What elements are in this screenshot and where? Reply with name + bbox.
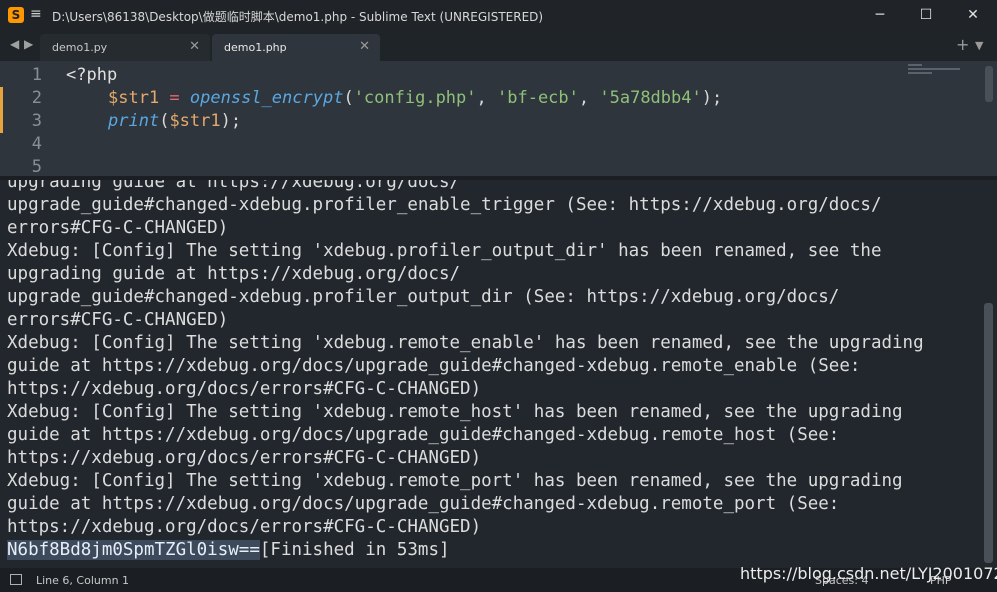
output-line: https://xdebug.org/docs/errors#CFG-C-CHA…: [7, 448, 482, 468]
finished-text: [Finished in 53ms]: [259, 540, 450, 560]
output-line: https://xdebug.org/docs/errors#CFG-C-CHA…: [7, 379, 482, 399]
output-result-line: N6bf8Bd8jm0SpmTZGl0isw==[Finished in 53m…: [7, 540, 450, 560]
code-line-3: print($str1);: [108, 111, 241, 131]
tab-close-icon[interactable]: ✕: [189, 39, 200, 54]
minimize-button[interactable]: ─: [857, 0, 903, 31]
php-open-tag: <?php: [66, 65, 118, 85]
paren-token: (: [343, 88, 354, 108]
variable-token: $str1: [169, 111, 221, 131]
tab-scroll-right-icon[interactable]: ▶: [24, 37, 33, 51]
output-line: guide at https://xdebug.org/docs/upgrade…: [7, 494, 840, 514]
line-number: 3: [31, 111, 42, 131]
paren-token: );: [220, 111, 242, 131]
output-line: upgrade_guide#changed-xdebug.profiler_ou…: [7, 287, 840, 307]
tab-demo1-php[interactable]: demo1.php ✕: [212, 34, 380, 61]
paren-token: (: [159, 111, 170, 131]
line-number: 2: [31, 88, 42, 108]
separator-token: ,: [476, 88, 497, 108]
tab-label: demo1.php: [224, 41, 287, 54]
line-number: 1: [31, 65, 42, 85]
cursor-position: Line 6, Column 1: [36, 574, 130, 587]
output-line: Xdebug: [Config] The setting 'xdebug.rem…: [7, 402, 903, 422]
line-number-gutter: 1 2 3 4 5: [0, 61, 50, 176]
output-line: Xdebug: [Config] The setting 'xdebug.rem…: [7, 333, 924, 353]
watermark-text: https://blog.csdn.net/LYJ20010728: [740, 564, 997, 583]
line-number: 5: [31, 157, 42, 176]
minimap-line: [908, 72, 932, 74]
tab-list-dropdown-icon[interactable]: ▼: [975, 39, 983, 52]
new-tab-icon[interactable]: +: [956, 35, 969, 54]
code-line-2: $str1 = openssl_encrypt('config.php', 'b…: [108, 88, 722, 108]
tab-close-icon[interactable]: ✕: [359, 39, 370, 54]
maximize-button[interactable]: ☐: [903, 0, 949, 31]
build-output-panel[interactable]: upgrading guide at https://xdebug.org/do…: [0, 176, 997, 568]
output-line: errors#CFG-C-CHANGED): [7, 218, 229, 238]
minimap-line: [908, 68, 960, 70]
tab-scroll-left-icon[interactable]: ◀: [10, 37, 19, 51]
output-line: guide at https://xdebug.org/docs/upgrade…: [7, 425, 840, 445]
output-line: upgrading guide at https://xdebug.org/do…: [7, 264, 461, 284]
line-number: 4: [31, 134, 42, 154]
close-window-button[interactable]: ✕: [950, 0, 996, 31]
string-token: '5a78dbb4': [599, 88, 702, 108]
output-line: Xdebug: [Config] The setting 'xdebug.pro…: [7, 241, 882, 261]
tab-demo1-py[interactable]: demo1.py ✕: [40, 34, 210, 61]
string-token: 'config.php': [353, 88, 477, 108]
hamburger-menu-icon[interactable]: ≡: [30, 6, 42, 22]
output-line: errors#CFG-C-CHANGED): [7, 310, 229, 330]
window-title: D:\Users\86138\Desktop\做题临时脚本\demo1.php …: [52, 10, 544, 24]
sublime-app-icon[interactable]: S: [8, 7, 24, 23]
output-line: Xdebug: [Config] The setting 'xdebug.rem…: [7, 471, 903, 491]
string-token: 'bf-ecb': [497, 88, 579, 108]
tab-bar: ◀ ▶ demo1.py ✕ demo1.php ✕ + ▼: [0, 31, 997, 61]
output-line: upgrade_guide#changed-xdebug.profiler_en…: [7, 195, 882, 215]
paren-token: );: [701, 88, 723, 108]
minimap[interactable]: [908, 64, 968, 104]
output-scrollbar[interactable]: [984, 303, 993, 563]
output-line: https://xdebug.org/docs/errors#CFG-C-CHA…: [7, 517, 482, 537]
separator-token: ,: [578, 88, 600, 108]
code-editor[interactable]: 1 2 3 4 5 <?php $str1 = openssl_encrypt(…: [0, 61, 997, 176]
editor-scrollbar[interactable]: [985, 66, 993, 102]
encrypted-result-selection[interactable]: N6bf8Bd8jm0SpmTZGl0isw==: [7, 540, 260, 560]
function-token: print: [108, 111, 160, 131]
title-bar: S ≡ D:\Users\86138\Desktop\做题临时脚本\demo1.…: [0, 0, 997, 31]
code-line-1: <?php: [66, 65, 117, 85]
output-line: upgrading guide at https://xdebug.org/do…: [7, 176, 461, 192]
output-line: guide at https://xdebug.org/docs/upgrade…: [7, 356, 861, 376]
operator-token: =: [159, 88, 190, 108]
variable-token: $str1: [108, 88, 160, 108]
tab-label: demo1.py: [52, 41, 108, 54]
function-token: openssl_encrypt: [189, 88, 344, 108]
panel-toggle-icon[interactable]: [10, 574, 22, 585]
minimap-line: [908, 64, 922, 66]
